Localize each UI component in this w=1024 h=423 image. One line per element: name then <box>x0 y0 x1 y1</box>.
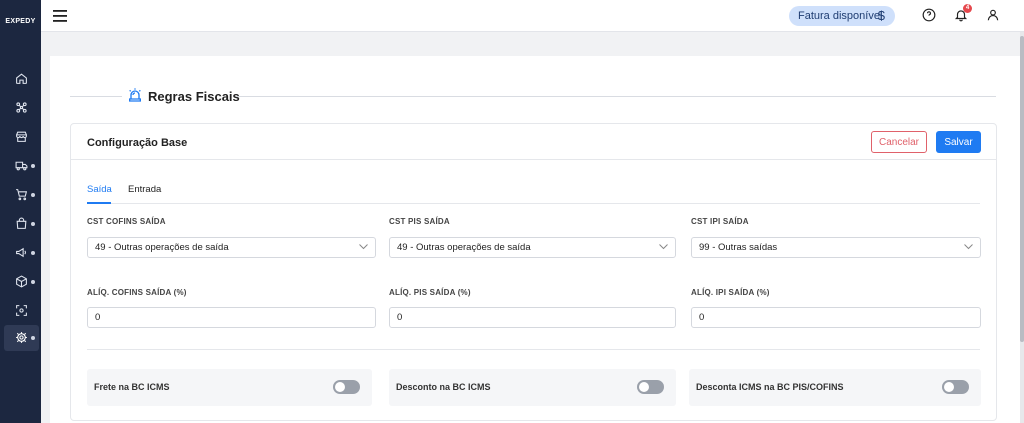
tabs: Saída Entrada <box>87 180 980 204</box>
toggle-label: Desconta ICMS na BC PIS/COFINS <box>696 382 844 392</box>
sidebar-item-integrations[interactable] <box>0 95 41 121</box>
menu-toggle-button[interactable] <box>53 9 67 27</box>
aliq-pis-label: ALÍQ. PIS SAÍDA (%) <box>389 288 471 297</box>
home-icon <box>16 73 27 84</box>
toggle-knob <box>335 382 345 392</box>
toggle-label: Frete na BC ICMS <box>94 382 170 392</box>
cst-pis-select[interactable]: 49 - Outras operações de saída <box>389 237 676 258</box>
nav-dot <box>31 164 35 168</box>
siren-icon <box>129 88 141 102</box>
title-divider <box>236 96 996 97</box>
select-value: 49 - Outras operações de saída <box>397 242 531 253</box>
box-icon <box>16 275 27 288</box>
active-tab-indicator <box>87 202 111 204</box>
frete-bc-icms-toggle[interactable] <box>333 380 360 394</box>
megaphone-icon <box>16 247 27 258</box>
sidebar-item-bag[interactable] <box>0 211 41 237</box>
card-title: Configuração Base <box>87 137 188 149</box>
aliq-cofins-input[interactable]: 0 <box>87 307 376 328</box>
app-logo: EXPEDY <box>5 18 36 25</box>
cst-pis-label: CST PIS SAÍDA <box>389 217 450 226</box>
scan-icon <box>16 305 27 316</box>
sidebar-item-marketing[interactable] <box>0 240 41 266</box>
nav-dot <box>31 336 35 340</box>
page-title: Regras Fiscais <box>148 89 240 104</box>
main-content: Regras Fiscais Configuração Base Cancela… <box>50 56 1020 423</box>
sidebar-item-settings[interactable] <box>4 325 39 351</box>
notifications-button[interactable]: 4 <box>954 4 972 27</box>
notification-badge: 4 <box>963 4 972 13</box>
store-icon <box>16 131 27 142</box>
sidebar-item-home[interactable] <box>0 66 41 92</box>
sidebar-item-shipping[interactable] <box>0 153 41 179</box>
frete-bc-icms-setting: Frete na BC ICMS <box>87 369 372 406</box>
fatura-label: Fatura disponível <box>798 10 883 22</box>
save-button[interactable]: Salvar <box>936 131 981 153</box>
config-card: Configuração Base Cancelar Salvar Saída … <box>70 123 997 421</box>
help-icon <box>922 8 936 22</box>
cst-ipi-select[interactable]: 99 - Outras saídas <box>691 237 981 258</box>
nav-dot <box>31 251 35 255</box>
chevron-down-icon <box>964 244 973 250</box>
hamburger-icon <box>53 10 67 22</box>
desconto-bc-icms-toggle[interactable] <box>637 380 664 394</box>
sidebar-item-scan[interactable] <box>0 298 41 324</box>
chevron-down-icon <box>659 244 668 250</box>
select-value: 99 - Outras saídas <box>699 242 778 253</box>
toggle-knob <box>944 382 954 392</box>
section-divider <box>87 349 980 350</box>
user-icon <box>987 9 999 21</box>
sidebar: EXPEDY <box>0 0 41 423</box>
nav-dot <box>31 222 35 226</box>
cart-icon <box>16 189 28 201</box>
user-menu-button[interactable] <box>986 8 1000 27</box>
sidebar-item-store[interactable] <box>0 124 41 150</box>
sidebar-item-cart[interactable] <box>0 182 41 208</box>
cst-ipi-label: CST IPI SAÍDA <box>691 217 749 226</box>
dollar-icon: $ <box>877 8 885 23</box>
network-icon <box>16 102 27 113</box>
bag-icon <box>16 217 27 229</box>
scrollbar-thumb[interactable] <box>1020 36 1024 342</box>
cst-cofins-label: CST COFINS SAÍDA <box>87 217 166 226</box>
chevron-down-icon <box>359 244 368 250</box>
nav-dot <box>31 193 35 197</box>
toggle-label: Desconto na BC ICMS <box>396 382 491 392</box>
topbar: Fatura disponível $ 4 <box>41 0 1024 32</box>
title-divider <box>70 96 122 97</box>
fatura-disponivel-button[interactable]: Fatura disponível $ <box>789 6 895 26</box>
desconto-bc-icms-setting: Desconto na BC ICMS <box>389 369 676 406</box>
desconta-icms-bc-pis-cofins-setting: Desconta ICMS na BC PIS/COFINS <box>689 369 981 406</box>
aliq-ipi-input[interactable]: 0 <box>691 307 981 328</box>
aliq-cofins-label: ALÍQ. COFINS SAÍDA (%) <box>87 288 187 297</box>
cst-cofins-select[interactable]: 49 - Outras operações de saída <box>87 237 376 258</box>
tab-entrada[interactable]: Entrada <box>128 184 161 195</box>
cancel-button[interactable]: Cancelar <box>871 131 927 153</box>
aliq-pis-input[interactable]: 0 <box>389 307 676 328</box>
tab-saida[interactable]: Saída <box>87 184 112 195</box>
nav-dot <box>31 280 35 284</box>
sidebar-item-products[interactable] <box>0 269 41 295</box>
desconta-icms-bc-pis-cofins-toggle[interactable] <box>942 380 969 394</box>
help-button[interactable] <box>922 8 936 27</box>
gear-icon <box>16 332 27 343</box>
truck-icon <box>15 161 28 171</box>
card-header: Configuração Base Cancelar Salvar <box>71 124 996 160</box>
select-value: 49 - Outras operações de saída <box>95 242 229 253</box>
toggle-knob <box>639 382 649 392</box>
aliq-ipi-label: ALÍQ. IPI SAÍDA (%) <box>691 288 770 297</box>
